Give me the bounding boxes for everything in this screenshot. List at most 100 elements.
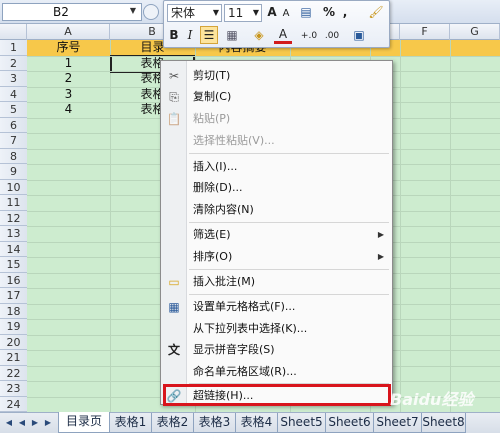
- select-all-corner[interactable]: [0, 24, 27, 40]
- menu-item-filter[interactable]: 筛选(E) ▶: [187, 224, 392, 245]
- cell-a3[interactable]: 2: [27, 71, 110, 87]
- name-box-dropdown-icon[interactable]: ▼: [126, 4, 140, 18]
- shrink-font-button[interactable]: A: [280, 6, 292, 24]
- row-header[interactable]: 23: [0, 381, 27, 397]
- row-header[interactable]: 3: [0, 71, 27, 87]
- sheet-tab[interactable]: 表格1: [110, 413, 152, 433]
- row-header[interactable]: 24: [0, 397, 27, 412]
- borders-icon[interactable]: ▦: [222, 27, 242, 45]
- menu-item-clear-contents[interactable]: 清除内容(N): [187, 199, 392, 220]
- sheet-tab[interactable]: 表格4: [236, 413, 278, 433]
- comma-style-button[interactable]: ,: [339, 4, 351, 22]
- fill-color-icon[interactable]: ◈: [248, 27, 270, 45]
- paste-icon: 📋: [166, 112, 182, 126]
- sheet-tab-bar: ◀ ◀ ▶ ▶ 目录页 表格1 表格2 表格3 表格4 Sheet5 Sheet6 Sheet…: [0, 412, 500, 433]
- format-painter-style-icon[interactable]: ▤: [295, 4, 317, 22]
- font-name-dropdown-icon: ▼: [212, 8, 219, 17]
- row-header[interactable]: 16: [0, 273, 27, 288]
- sheet-tab[interactable]: Sheet6: [326, 413, 374, 433]
- font-size-dropdown-icon: ▼: [252, 8, 259, 17]
- percent-style-button[interactable]: %: [321, 4, 337, 22]
- row-header[interactable]: 14: [0, 242, 27, 257]
- row-header[interactable]: 19: [0, 319, 27, 335]
- italic-button[interactable]: I: [183, 27, 197, 45]
- sheet-tab[interactable]: 目录页: [58, 412, 110, 433]
- sheet-tab[interactable]: 表格3: [194, 413, 236, 433]
- name-box[interactable]: B2: [2, 3, 142, 21]
- column-header-f[interactable]: F: [400, 24, 450, 40]
- row-header[interactable]: 18: [0, 304, 27, 319]
- menu-item-show-phonetic[interactable]: 显示拼音字段(S): [187, 339, 392, 360]
- menu-separator: [189, 294, 389, 295]
- row-header[interactable]: 10: [0, 180, 27, 195]
- menu-item-name-range[interactable]: 命名单元格区域(R)...: [187, 361, 392, 382]
- menu-item-sort-label: 排序(O): [193, 250, 233, 263]
- row-header[interactable]: 20: [0, 335, 27, 350]
- row-header[interactable]: 2: [0, 56, 27, 71]
- row-header[interactable]: 15: [0, 257, 27, 273]
- increase-decimal-button[interactable]: +.0: [298, 28, 320, 46]
- cell-a1[interactable]: 序号: [27, 40, 110, 56]
- row-header[interactable]: 6: [0, 118, 27, 133]
- row-header[interactable]: 13: [0, 226, 27, 242]
- scissors-icon: ✂: [168, 69, 180, 83]
- menu-item-paste-special[interactable]: 选择性粘贴(V)...: [187, 130, 392, 151]
- hyperlink-highlight-annotation: [163, 384, 391, 406]
- center-align-button[interactable]: ☰: [200, 26, 218, 44]
- comment-icon: ▭: [168, 275, 180, 289]
- menu-item-insert-comment[interactable]: 插入批注(M): [187, 271, 392, 292]
- row-header[interactable]: 1: [0, 40, 27, 56]
- row-header[interactable]: 12: [0, 211, 27, 226]
- row-header[interactable]: 4: [0, 87, 27, 102]
- row-header[interactable]: 21: [0, 350, 27, 366]
- menu-item-paste[interactable]: 粘贴(P): [187, 108, 392, 129]
- prev-sheet-icon[interactable]: ◀: [16, 417, 28, 429]
- cell-a2[interactable]: 1: [27, 56, 110, 72]
- submenu-arrow-icon: ▶: [377, 230, 384, 239]
- sheet-tab[interactable]: Sheet7: [374, 413, 422, 433]
- cell-reference: B2: [53, 5, 69, 19]
- menu-item-sort[interactable]: 排序(O) ▶: [187, 246, 392, 267]
- column-header-g[interactable]: G: [450, 24, 500, 40]
- last-sheet-icon[interactable]: ▶: [42, 417, 54, 429]
- next-sheet-icon[interactable]: ▶: [29, 417, 41, 429]
- menu-item-cut[interactable]: 剪切(T): [187, 65, 392, 86]
- menu-item-copy[interactable]: 复制(C): [187, 86, 392, 107]
- row-header[interactable]: 11: [0, 195, 27, 211]
- merge-center-icon[interactable]: ▣: [350, 27, 368, 45]
- submenu-arrow-icon: ▶: [377, 252, 384, 261]
- first-sheet-icon[interactable]: ◀: [3, 417, 15, 429]
- row-header[interactable]: 5: [0, 102, 27, 118]
- cell-a4[interactable]: 3: [27, 87, 110, 103]
- grid-line: [27, 55, 500, 57]
- menu-item-format-cells[interactable]: 设置单元格格式(F)...: [187, 296, 392, 317]
- row-header[interactable]: 8: [0, 149, 27, 164]
- grow-font-button[interactable]: A: [265, 4, 279, 22]
- font-size-value: 11: [228, 6, 244, 20]
- format-painter-icon[interactable]: 🖌: [367, 4, 385, 22]
- menu-item-insert[interactable]: 插入(I)...: [187, 156, 392, 177]
- menu-separator: [189, 153, 389, 154]
- menu-separator: [189, 269, 389, 270]
- row-header[interactable]: 17: [0, 288, 27, 304]
- sheet-tab[interactable]: 表格2: [152, 413, 194, 433]
- sheet-tab[interactable]: Sheet8: [422, 413, 466, 433]
- row-header[interactable]: 9: [0, 164, 27, 180]
- font-color-button[interactable]: A: [274, 26, 292, 44]
- font-size-box[interactable]: 11 ▼: [224, 4, 262, 22]
- row-header[interactable]: 22: [0, 366, 27, 381]
- column-header-a[interactable]: A: [27, 24, 110, 40]
- excel-window: B2 ▼ A B C D E F G 123456789101112131415…: [0, 0, 500, 433]
- decrease-decimal-button[interactable]: .00: [321, 28, 343, 46]
- menu-item-delete[interactable]: 删除(D)...: [187, 177, 392, 198]
- insert-function-button[interactable]: [143, 4, 159, 20]
- sheet-tab[interactable]: Sheet5: [278, 413, 326, 433]
- bold-button[interactable]: B: [167, 27, 181, 45]
- format-cells-icon: ▦: [168, 300, 180, 314]
- font-name-value: 宋体: [171, 6, 196, 20]
- context-menu: ✂ 剪切(T) ⎘ 复制(C) 📋 粘贴(P) 选择性粘贴(V)... 插入(I…: [160, 60, 393, 405]
- cell-a5[interactable]: 4: [27, 102, 110, 118]
- font-name-box[interactable]: 宋体 ▼: [167, 4, 222, 22]
- row-header[interactable]: 7: [0, 133, 27, 149]
- menu-item-pick-from-list[interactable]: 从下拉列表中选择(K)...: [187, 318, 392, 339]
